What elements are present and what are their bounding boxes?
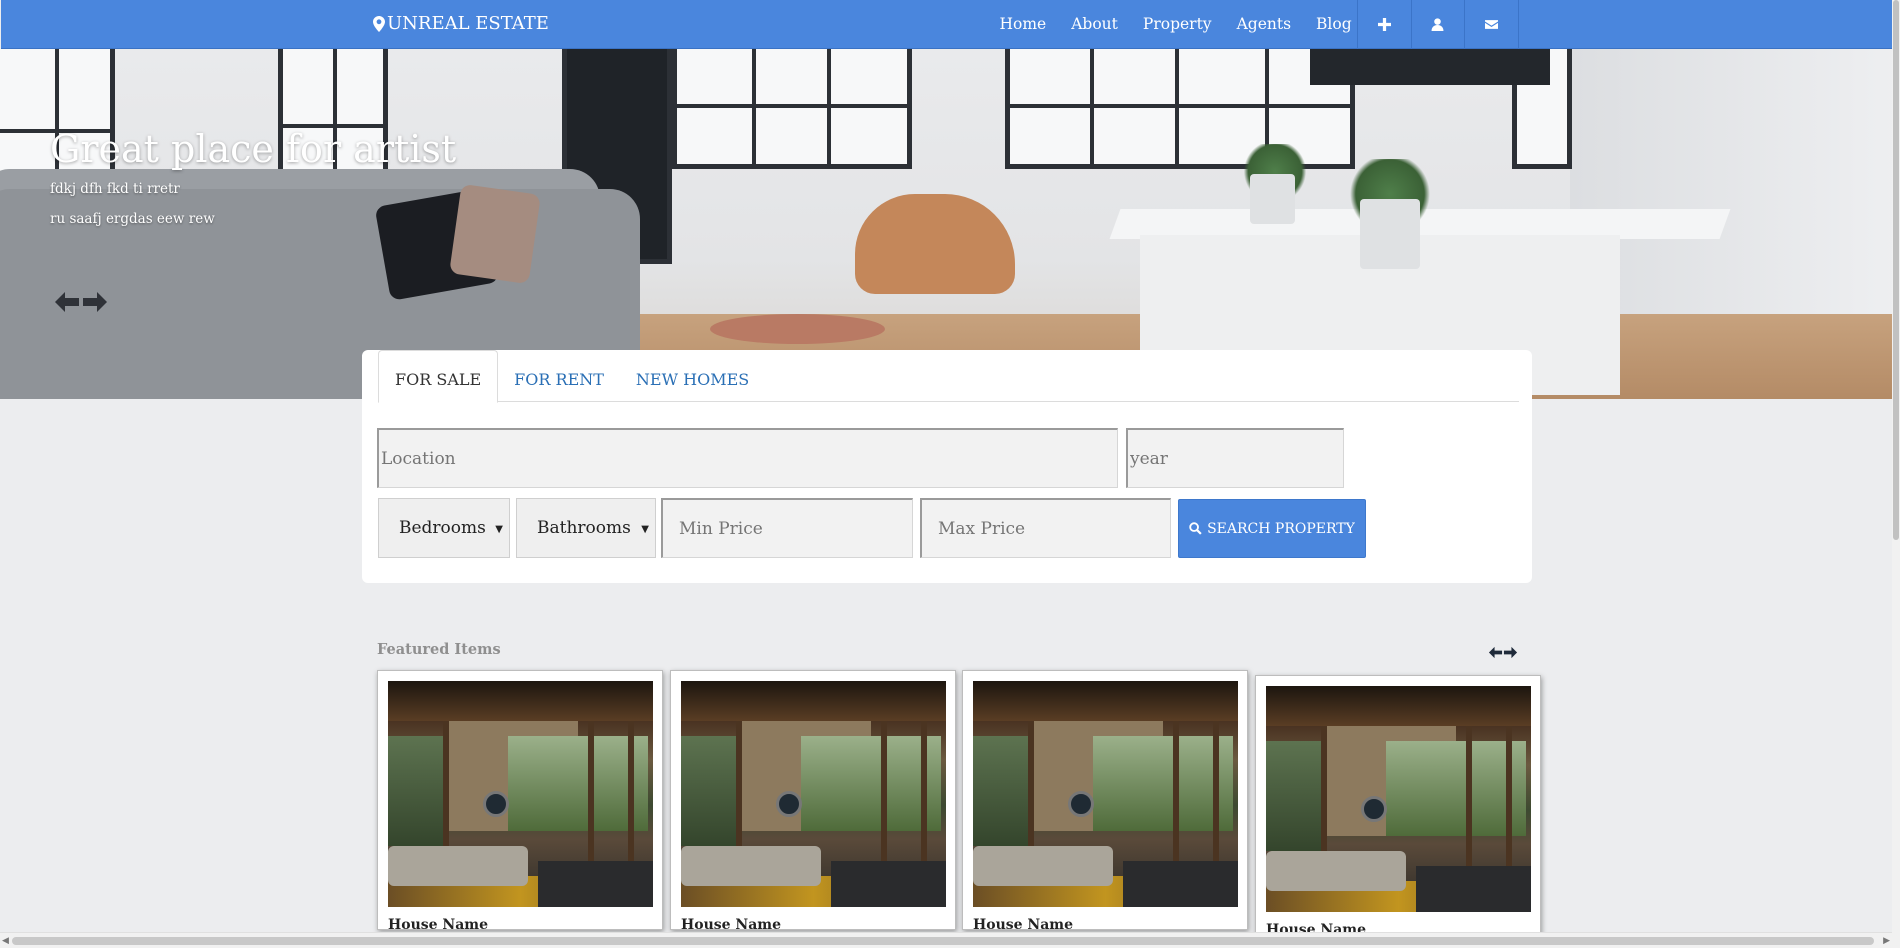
search-button-label: SEARCH PROPERTY [1207,520,1355,537]
contact-button[interactable] [1465,0,1519,49]
tab-new-homes[interactable]: NEW HOMES [620,350,765,401]
nav-blog[interactable]: Blog [1304,0,1365,49]
scroll-right-icon[interactable]: ▶ [1883,936,1890,946]
hero-subtitle-line-2: ru saafj ergdas eew rew [50,211,215,227]
property-photo [973,681,1238,907]
hero-subtitle-line-1: fdkj dfh fkd ti rretr [50,181,180,197]
caret-down-icon: ▼ [495,524,503,535]
scrollbar-thumb[interactable] [1893,0,1899,540]
nav-icon-group [1357,0,1519,49]
scrollbar-thumb[interactable] [12,937,1874,945]
envelope-icon [1484,20,1498,29]
featured-items-heading: Featured Items [377,641,501,658]
map-marker-icon [373,15,385,32]
year-input[interactable] [1126,428,1344,488]
hero-slider-controls [54,289,108,315]
account-button[interactable] [1412,0,1465,49]
top-navbar: UNREAL ESTATE Home About Property Agents… [1,0,1892,49]
search-tabs: FOR SALE FOR RENT NEW HOMES [378,350,1519,403]
search-icon [1189,522,1202,535]
caret-down-icon: ▼ [641,524,649,535]
arrow-right-icon[interactable] [1503,645,1518,660]
hero-title: Great place for artist [50,127,457,171]
bedrooms-select[interactable]: Bedrooms ▼ [378,498,510,558]
featured-card[interactable]: House Name [377,670,663,933]
property-photo [681,681,946,907]
property-photo [1266,686,1531,912]
bedrooms-select-value: Bedrooms [399,518,486,538]
plus-icon [1377,18,1391,31]
min-price-input[interactable] [661,498,913,558]
featured-card[interactable]: House Name [1255,675,1541,938]
search-property-button[interactable]: SEARCH PROPERTY [1178,499,1366,558]
nav-property[interactable]: Property [1130,0,1224,49]
bathrooms-select[interactable]: Bathrooms ▼ [516,498,656,558]
arrow-left-icon[interactable] [54,289,80,315]
user-icon [1431,18,1444,31]
featured-card[interactable]: House Name [962,670,1248,933]
add-button[interactable] [1358,0,1412,49]
property-photo [388,681,653,907]
brand-logo[interactable]: UNREAL ESTATE [373,13,549,34]
nav-home[interactable]: Home [987,0,1059,49]
nav-about[interactable]: About [1059,0,1131,49]
hero-slider: Great place for artist fdkj dfh fkd ti r… [0,49,1900,399]
location-input[interactable] [377,428,1118,488]
max-price-input[interactable] [920,498,1171,558]
tab-for-rent[interactable]: FOR RENT [498,350,620,401]
property-name: House Name [973,917,1073,933]
featured-card[interactable]: House Name [670,670,956,933]
arrow-right-icon[interactable] [82,289,108,315]
nav-agents[interactable]: Agents [1224,0,1303,49]
brand-name: UNREAL ESTATE [387,13,549,34]
bathrooms-select-value: Bathrooms [537,518,631,538]
main-nav: Home About Property Agents Blog [987,0,1364,49]
scroll-left-icon[interactable]: ◀ [2,936,9,946]
property-name: House Name [681,917,781,933]
vertical-scrollbar[interactable] [1892,0,1900,948]
horizontal-scrollbar[interactable]: ◀ ▶ [0,932,1892,948]
arrow-left-icon[interactable] [1488,645,1503,660]
property-name: House Name [388,917,488,933]
featured-carousel-controls [1488,645,1518,660]
tab-for-sale[interactable]: FOR SALE [378,350,499,403]
